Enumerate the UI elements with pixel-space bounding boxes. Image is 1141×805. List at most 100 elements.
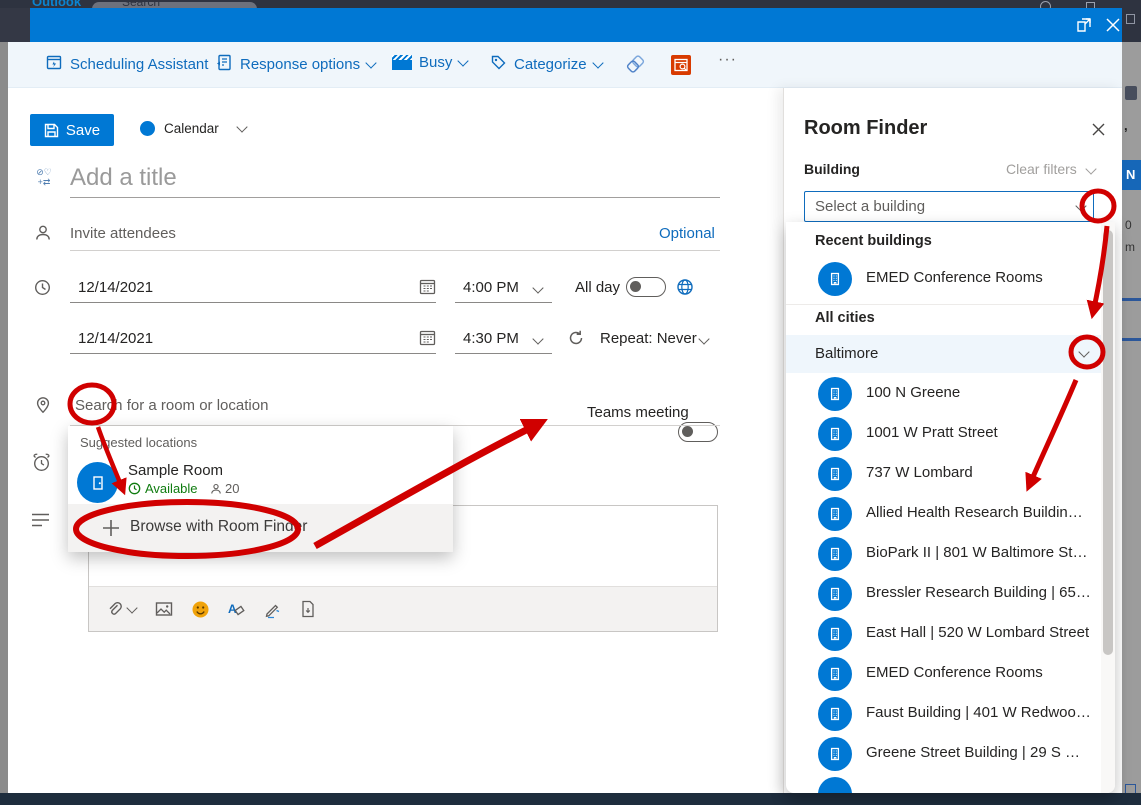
event-emoji-picker-icon[interactable]: ⊘♡+⇄ xyxy=(33,167,55,191)
addin-button[interactable] xyxy=(671,55,691,75)
more-options-button[interactable]: ··· xyxy=(718,51,737,69)
scheduling-assistant-button[interactable]: Scheduling Assistant xyxy=(46,54,208,75)
building-item[interactable]: Allied Health Research Building | 100 ..… xyxy=(786,494,1101,534)
building-name: BioPark II | 801 W Baltimore Street xyxy=(866,544,1091,561)
draw-pen-button[interactable] xyxy=(259,596,285,622)
compose-toolbar: Scheduling Assistant Response options Bu… xyxy=(8,42,1122,88)
building-name: 737 W Lombard xyxy=(866,464,973,481)
dropdown-scrollbar-thumb[interactable] xyxy=(1103,230,1113,655)
building-item[interactable]: East Hall | 520 W Lombard Street xyxy=(786,614,1101,654)
end-time-chevron-icon[interactable] xyxy=(532,333,543,344)
end-date-calendar-icon[interactable] xyxy=(419,329,436,351)
building-icon xyxy=(818,697,852,731)
recent-building-item[interactable]: EMED Conference Rooms xyxy=(786,258,1101,300)
backdrop-fragment-n: N xyxy=(1126,167,1135,182)
end-time-input[interactable]: 4:30 PM xyxy=(463,330,519,347)
building-name: Greene Street Building | 29 S Greene ... xyxy=(866,744,1091,761)
event-window-titlebar xyxy=(30,8,1122,42)
repeat-selector[interactable]: Repeat: Never xyxy=(600,330,697,347)
chevron-down-icon xyxy=(236,121,247,132)
browse-room-finder-item[interactable]: Browse with Room Finder xyxy=(68,504,453,552)
start-time-input[interactable]: 4:00 PM xyxy=(463,279,519,296)
show-as-busy-button[interactable]: Busy xyxy=(392,54,467,71)
screenshot-root: Outlook Search , N 0 m Sc xyxy=(0,0,1141,805)
response-options-label: Response options xyxy=(240,56,360,73)
start-date-calendar-icon[interactable] xyxy=(419,278,436,300)
browse-room-finder-label: Browse with Room Finder xyxy=(130,518,307,536)
building-icon xyxy=(818,737,852,771)
location-text-caret xyxy=(71,395,72,414)
end-date-input[interactable]: 12/14/2021 xyxy=(78,330,153,347)
calendar-selector[interactable]: Calendar xyxy=(140,121,246,136)
clear-filters-button[interactable]: Clear filters xyxy=(1006,161,1077,177)
building-select-chevron-icon[interactable] xyxy=(1075,200,1086,211)
scheduling-assistant-icon xyxy=(46,54,63,75)
save-button[interactable]: Save xyxy=(30,114,114,146)
building-item[interactable]: 1001 W Pratt Street xyxy=(786,414,1101,454)
start-time-chevron-icon[interactable] xyxy=(532,282,543,293)
all-day-label: All day xyxy=(575,279,620,296)
collapse-filters-chevron-icon[interactable] xyxy=(1085,163,1096,174)
format-text-button[interactable]: A xyxy=(223,596,249,622)
backdrop-search-label: Search xyxy=(122,0,160,8)
invite-attendees-input[interactable]: Invite attendees xyxy=(70,225,176,242)
popout-icon[interactable] xyxy=(1076,17,1092,33)
start-time-underline xyxy=(455,302,552,303)
building-item[interactable]: 100 N Greene xyxy=(786,374,1101,414)
building-name: Allied Health Research Building | 100 ..… xyxy=(866,504,1091,521)
svg-text:A: A xyxy=(228,602,237,616)
repeat-refresh-icon xyxy=(567,329,585,352)
editor-toolbar: A xyxy=(89,586,717,631)
calendar-color-dot xyxy=(140,121,155,136)
backdrop-help-icon xyxy=(1040,1,1051,8)
city-group-baltimore[interactable]: Baltimore xyxy=(786,335,1101,373)
all-day-toggle[interactable] xyxy=(626,277,666,297)
close-room-finder-icon[interactable] xyxy=(1091,122,1106,142)
building-icon xyxy=(818,497,852,531)
backdrop-bottom-icon xyxy=(1125,784,1136,793)
insert-image-button[interactable] xyxy=(151,596,177,622)
room-capacity: 20 xyxy=(225,481,239,496)
optional-attendees-link[interactable]: Optional xyxy=(659,225,715,242)
response-options-button[interactable]: Response options xyxy=(216,54,375,75)
building-icon xyxy=(818,417,852,451)
teams-meeting-label: Teams meeting xyxy=(587,404,689,421)
categorize-button[interactable]: Categorize xyxy=(490,54,602,75)
suggested-room-item[interactable]: Sample Room Available 20 xyxy=(68,460,453,504)
building-item-partial[interactable] xyxy=(786,774,1101,793)
backdrop-right-strip: , N 0 m xyxy=(1122,42,1141,793)
building-item[interactable]: EMED Conference Rooms xyxy=(786,654,1101,694)
timezone-globe-icon[interactable] xyxy=(676,278,694,301)
close-window-icon[interactable] xyxy=(1105,17,1121,33)
plus-icon xyxy=(101,518,121,543)
attach-file-button[interactable] xyxy=(101,596,141,622)
insert-emoji-button[interactable] xyxy=(187,596,213,622)
building-list: 100 N Greene 1001 W Pratt Street 737 W L… xyxy=(786,374,1101,793)
building-item[interactable]: BioPark II | 801 W Baltimore Street xyxy=(786,534,1101,574)
backdrop-blue-line-1 xyxy=(1122,298,1141,301)
start-date-underline xyxy=(70,302,436,303)
backdrop-fragment-m: m xyxy=(1125,240,1135,254)
location-search-input[interactable]: Search for a room or location xyxy=(75,397,268,414)
backdrop-top-bar: Outlook Search xyxy=(0,0,1141,8)
title-input[interactable]: Add a title xyxy=(70,164,177,192)
attendees-underline xyxy=(70,250,720,251)
chevron-down-icon xyxy=(592,57,603,68)
building-item[interactable]: Bressler Research Building | 655 W Bal..… xyxy=(786,574,1101,614)
all-cities-header: All cities xyxy=(815,310,875,326)
suggested-locations-header: Suggested locations xyxy=(80,435,197,450)
addin-calendar-search-icon xyxy=(671,55,691,75)
backdrop-corner-icon xyxy=(1126,14,1135,24)
city-expand-chevron-icon[interactable] xyxy=(1078,346,1089,357)
repeat-chevron-icon[interactable] xyxy=(698,333,709,344)
building-select[interactable]: Select a building xyxy=(804,191,1094,222)
description-lines-icon xyxy=(31,512,51,533)
insert-document-button[interactable] xyxy=(295,596,321,622)
building-icon xyxy=(818,377,852,411)
shapes-icon xyxy=(626,55,646,75)
start-date-input[interactable]: 12/14/2021 xyxy=(78,279,153,296)
building-item[interactable]: 737 W Lombard xyxy=(786,454,1101,494)
shapes-button[interactable] xyxy=(626,55,646,80)
building-item[interactable]: Faust Building | 401 W Redwood Street xyxy=(786,694,1101,734)
building-item[interactable]: Greene Street Building | 29 S Greene ... xyxy=(786,734,1101,774)
